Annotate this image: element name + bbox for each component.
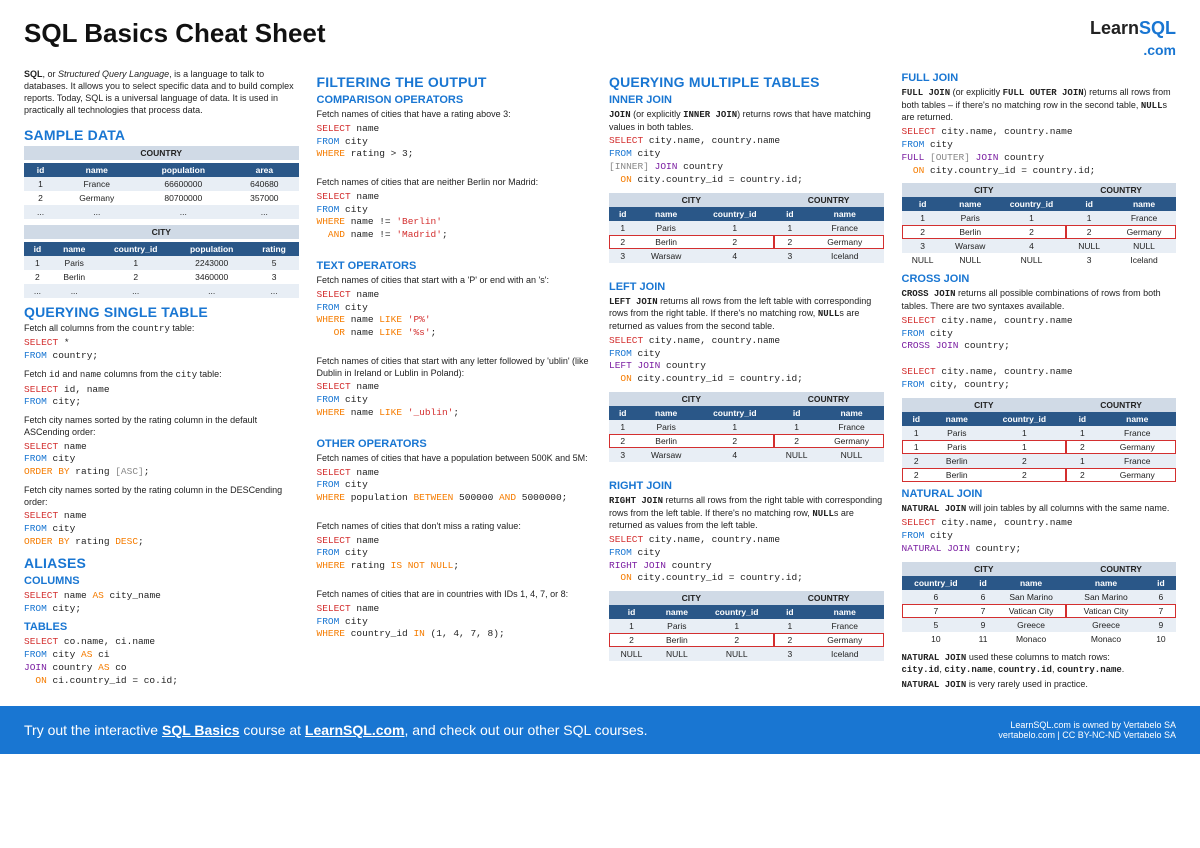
cross-join-table: CITYidnamecountry_id 1Paris1 1Paris1 2Be… [902,398,1177,482]
subheading-left-join: LEFT JOIN [609,281,884,293]
table-caption-city: CITY [24,225,299,239]
inner-join-table: CITYidnamecountry_id 1Paris1 2Berlin2 3W… [609,193,884,263]
desc: CROSS JOIN returns all possible combinat… [902,288,1177,312]
code-block: SELECT co.name, ci.name FROM city AS ci … [24,636,299,687]
heading-multiple-tables: QUERYING MULTIPLE TABLES [609,74,884,90]
desc: Fetch names of cities that don't miss a … [317,521,592,533]
desc: Fetch all columns from the country table… [24,323,299,336]
subheading-tables: TABLES [24,621,299,633]
table-caption-country: COUNTRY [24,146,299,160]
header: SQL Basics Cheat Sheet LearnSQL.com [24,18,1176,60]
heading-query-single: QUERYING SINGLE TABLE [24,304,299,320]
column-2: FILTERING THE OUTPUT COMPARISON OPERATOR… [317,68,592,694]
code-block: SELECT city.name, country.name FROM city… [609,534,884,585]
country-table: idnamepopulationarea 1France666000006406… [24,163,299,219]
desc: Fetch names of cities that start with an… [317,356,592,379]
desc: Fetch names of cities that are neither B… [317,177,592,189]
desc: FULL JOIN (or explicitly FULL OUTER JOIN… [902,87,1177,124]
code-block: SELECT name FROM city WHERE name LIKE 'P… [317,289,592,340]
desc: Fetch names of cities that have a rating… [317,109,592,121]
subheading-columns: COLUMNS [24,575,299,587]
code-block: SELECT name FROM city WHERE rating > 3; [317,123,592,161]
desc: LEFT JOIN returns all rows from the left… [609,296,884,333]
page-title: SQL Basics Cheat Sheet [24,18,326,49]
code-block: SELECT city.name, country.name FROM city… [902,517,1177,555]
heading-filtering: FILTERING THE OUTPUT [317,74,592,90]
code-block: SELECT name AS city_name FROM city; [24,590,299,616]
desc: NATURAL JOIN is very rarely used in prac… [902,679,1177,692]
subheading-cross-join: CROSS JOIN [902,273,1177,285]
subheading-other-ops: OTHER OPERATORS [317,438,592,450]
logo: LearnSQL.com [1090,18,1176,60]
desc: Fetch names of cities that have a popula… [317,453,592,465]
left-join-table: CITYidnamecountry_id 1Paris1 2Berlin2 3W… [609,392,884,462]
subheading-natural-join: NATURAL JOIN [902,488,1177,500]
code-block: SELECT name FROM city WHERE population B… [317,467,592,505]
code-block: SELECT city.name, country.name FROM city… [609,135,884,186]
right-join-table: CITYidnamecountry_id 1Paris1 2Berlin2 NU… [609,591,884,661]
code-block: SELECT name FROM city ORDER BY rating DE… [24,510,299,548]
heading-sample-data: SAMPLE DATA [24,127,299,143]
code-block: SELECT * FROM country; [24,337,299,363]
full-join-table: CITYidnamecountry_id 1Paris1 2Berlin2 3W… [902,183,1177,267]
code-block: SELECT name FROM city WHERE name LIKE '_… [317,381,592,419]
code-block: SELECT city.name, country.name FROM city… [902,315,1177,392]
desc: Fetch id and name columns from the city … [24,369,299,382]
desc: NATURAL JOIN used these columns to match… [902,652,1177,677]
footer: Try out the interactive SQL Basics cours… [0,706,1200,754]
subheading-inner-join: INNER JOIN [609,94,884,106]
subheading-text-ops: TEXT OPERATORS [317,260,592,272]
city-table: idnamecountry_idpopulationrating 1Paris1… [24,242,299,298]
desc: Fetch names of cities that are in countr… [317,589,592,601]
desc: JOIN (or explicitly INNER JOIN) returns … [609,109,884,133]
desc: Fetch names of cities that start with a … [317,275,592,287]
column-1: SQL, or Structured Query Language, is a … [24,68,299,694]
subheading-comparison: COMPARISON OPERATORS [317,94,592,106]
desc: Fetch city names sorted by the rating co… [24,415,299,438]
code-block: SELECT id, name FROM city; [24,384,299,410]
code-block: SELECT name FROM city ORDER BY rating [A… [24,441,299,479]
column-3: QUERYING MULTIPLE TABLES INNER JOIN JOIN… [609,68,884,694]
natural-join-table: CITYcountry_ididname 66San Marino 77Vati… [902,562,1177,646]
code-block: SELECT city.name, country.name FROM city… [902,126,1177,177]
desc: Fetch city names sorted by the rating co… [24,485,299,508]
desc: NATURAL JOIN will join tables by all col… [902,503,1177,516]
footer-credits: LearnSQL.com is owned by Vertabelo SAver… [998,720,1176,740]
subheading-right-join: RIGHT JOIN [609,480,884,492]
heading-aliases: ALIASES [24,555,299,571]
code-block: SELECT name FROM city WHERE country_id I… [317,603,592,641]
code-block: SELECT name FROM city WHERE rating IS NO… [317,535,592,573]
subheading-full-join: FULL JOIN [902,72,1177,84]
footer-cta: Try out the interactive SQL Basics cours… [24,722,648,738]
intro-text: SQL, or Structured Query Language, is a … [24,68,299,117]
code-block: SELECT name FROM city WHERE name != 'Ber… [317,191,592,242]
column-4: FULL JOIN FULL JOIN (or explicitly FULL … [902,68,1177,694]
desc: RIGHT JOIN returns all rows from the rig… [609,495,884,532]
code-block: SELECT city.name, country.name FROM city… [609,335,884,386]
